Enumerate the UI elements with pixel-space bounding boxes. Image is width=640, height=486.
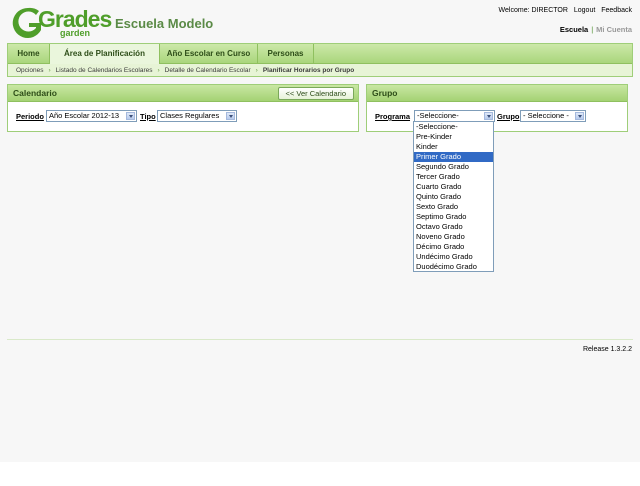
breadcrumb-separator: › (157, 67, 160, 74)
school-name: Escuela Modelo (115, 16, 214, 31)
programa-option[interactable]: Segundo Grado (414, 162, 493, 172)
programa-option[interactable]: Pre-Kinder (414, 132, 493, 142)
context-separator: | (591, 25, 594, 34)
programa-option[interactable]: Septimo Grado (414, 212, 493, 222)
ver-calendario-button[interactable]: << Ver Calendario (277, 87, 354, 100)
tipo-select-value: Clases Regulares (160, 111, 220, 120)
footer-divider (7, 339, 633, 340)
breadcrumb-opciones[interactable]: Opciones (16, 67, 43, 74)
context-mi-cuenta-link[interactable]: Mi Cuenta (596, 25, 632, 34)
tab-area-planificacion[interactable]: Área de Planificación (50, 44, 160, 64)
tab-ano-escolar[interactable]: Año Escolar en Curso (160, 44, 258, 63)
grupo-select[interactable]: - Seleccione - (520, 110, 586, 122)
tipo-select[interactable]: Clases Regulares (157, 110, 237, 122)
context-switcher: Escuela | Mi Cuenta (560, 25, 632, 34)
calendario-panel: Calendario << Ver Calendario Periodo Año… (7, 84, 359, 132)
grupo-panel-header: Grupo (367, 85, 627, 102)
programa-option[interactable]: Décimo Grado (414, 242, 493, 252)
breadcrumb-separator: › (48, 67, 51, 74)
periodo-label: Periodo (16, 112, 44, 121)
breadcrumb-current: Planificar Horarios por Grupo (262, 67, 355, 74)
programa-option[interactable]: Noveno Grado (414, 232, 493, 242)
feedback-link[interactable]: Feedback (601, 7, 632, 14)
programa-option[interactable]: -Seleccione- (414, 122, 493, 132)
calendario-panel-header: Calendario << Ver Calendario (8, 85, 358, 102)
breadcrumb-separator: › (255, 67, 258, 74)
programa-select-value: -Seleccione- (417, 111, 459, 120)
breadcrumb-listado[interactable]: Listado de Calendarios Escolares (56, 67, 153, 74)
release-version: Release 1.3.2.2 (582, 346, 632, 353)
chevron-down-icon (575, 112, 584, 120)
periodo-select-value: Año Escolar 2012-13 (49, 111, 120, 120)
programa-option[interactable]: Undécimo Grado (414, 252, 493, 262)
grupo-panel: Grupo Programa -Seleccione- Grupo - Sele… (366, 84, 628, 132)
grupo-title: Grupo (372, 88, 398, 98)
programa-option[interactable]: Duodécimo Grado (414, 262, 493, 272)
periodo-select[interactable]: Año Escolar 2012-13 (46, 110, 137, 122)
programa-option[interactable]: Sexto Grado (414, 202, 493, 212)
page: Grades garden Escuela Modelo Welcome: DI… (0, 0, 640, 462)
grades-garden-logo[interactable]: Grades garden (8, 6, 112, 40)
tipo-label: Tipo (140, 112, 156, 121)
tab-home[interactable]: Home (8, 44, 50, 63)
top-links: Welcome: DIRECTOR Logout Feedback (495, 7, 632, 14)
grupo-select-value: - Seleccione - (523, 111, 569, 120)
calendario-title: Calendario (13, 88, 57, 98)
logo-sub: garden (60, 28, 91, 38)
chevron-down-icon (226, 112, 235, 120)
programa-option[interactable]: Tercer Grado (414, 172, 493, 182)
chevron-down-icon (484, 112, 493, 120)
context-escuela-link[interactable]: Escuela (560, 25, 588, 34)
grupo-label: Grupo (497, 112, 520, 121)
programa-option[interactable]: Quinto Grado (414, 192, 493, 202)
programa-option-highlighted[interactable]: Primer Grado (414, 152, 493, 162)
programa-option[interactable]: Kinder (414, 142, 493, 152)
breadcrumb: Opciones › Listado de Calendarios Escolare… (16, 67, 354, 74)
nav-tabs: Home Área de Planificación Año Escolar e… (8, 44, 632, 64)
logout-link[interactable]: Logout (574, 7, 595, 14)
programa-option[interactable]: Cuarto Grado (414, 182, 493, 192)
chevron-down-icon (126, 112, 135, 120)
programa-option[interactable]: Octavo Grado (414, 222, 493, 232)
welcome-text: Welcome: DIRECTOR (498, 7, 568, 14)
breadcrumb-detalle[interactable]: Detalle de Calendario Escolar (165, 67, 251, 74)
main-nav: Home Área de Planificación Año Escolar e… (7, 43, 633, 77)
tab-personas[interactable]: Personas (258, 44, 314, 63)
programa-label: Programa (375, 112, 411, 121)
programa-dropdown-list[interactable]: -Seleccione- Pre-Kinder Kinder Primer Gr… (413, 121, 494, 272)
